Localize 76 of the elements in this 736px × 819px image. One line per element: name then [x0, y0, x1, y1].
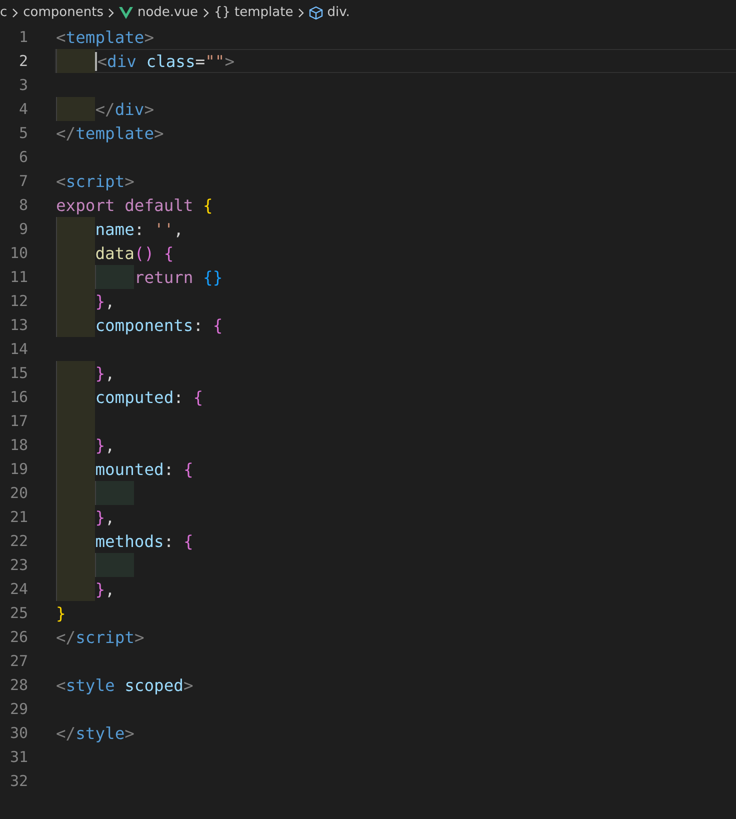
indent-highlight	[56, 313, 96, 337]
code-text: computed: {	[95, 388, 204, 406]
line-number: 6	[18, 148, 28, 166]
line-number: 21	[8, 508, 28, 526]
line-number: 10	[8, 244, 28, 262]
breadcrumb-item[interactable]: c	[0, 5, 8, 20]
code-text: },	[95, 580, 115, 598]
code-text: methods: {	[95, 532, 194, 550]
line-number: 3	[18, 76, 28, 94]
code-text: <template>	[56, 28, 154, 46]
breadcrumb-item[interactable]: node.vue	[137, 5, 198, 20]
line-number: 26	[8, 628, 28, 646]
line-number: 5	[18, 124, 28, 142]
code-text: </style>	[56, 724, 134, 742]
line-number: 16	[8, 388, 28, 406]
vue-icon	[119, 6, 134, 20]
code-text: <div class="">	[97, 52, 234, 70]
breadcrumb-item[interactable]: div.	[327, 5, 350, 20]
chevron-icon	[202, 8, 210, 18]
code-text: return {}	[134, 268, 223, 286]
line-number: 15	[8, 364, 28, 382]
line-number: 9	[18, 220, 28, 238]
indent-highlight	[95, 553, 134, 577]
indent-highlight	[56, 49, 96, 73]
code-text: </template>	[56, 124, 164, 142]
chevron-icon	[297, 8, 306, 18]
indent-highlight	[56, 361, 96, 385]
code-text: <style scoped>	[56, 676, 194, 694]
code-text: </script>	[56, 628, 144, 646]
line-number: 13	[8, 316, 28, 334]
line-number: 12	[8, 292, 28, 310]
indent-highlight	[56, 577, 96, 601]
line-number: 18	[8, 436, 28, 454]
line-number: 17	[8, 412, 28, 430]
indent-highlight	[95, 481, 134, 505]
line-number: 2	[18, 52, 28, 70]
line-number: 23	[8, 556, 28, 574]
line-number: 8	[18, 196, 28, 214]
code-text: <script>	[56, 172, 134, 190]
line-number: 29	[8, 700, 28, 718]
line-number: 27	[8, 652, 28, 670]
text-cursor	[95, 52, 98, 70]
line-number: 28	[8, 676, 28, 694]
code-text: }	[56, 604, 66, 622]
line-number: 31	[8, 748, 28, 766]
line-number: 32	[8, 772, 28, 790]
code-text: name: '',	[95, 220, 184, 238]
breadcrumb-item[interactable]: template	[234, 5, 294, 20]
code-text: mounted: {	[95, 460, 194, 478]
line-number: 7	[18, 172, 28, 190]
line-number: 19	[8, 460, 28, 478]
chevron-icon	[107, 8, 116, 18]
line-number: 22	[8, 532, 28, 550]
code-text: },	[95, 364, 115, 382]
line-number: 24	[8, 580, 28, 598]
code-text: </div>	[95, 100, 154, 118]
indent-highlight	[56, 97, 96, 121]
breadcrumb-item[interactable]: components	[23, 5, 104, 20]
chevron-icon	[11, 8, 20, 18]
code-text: },	[95, 292, 115, 310]
line-number: 4	[18, 100, 28, 118]
line-number: 25	[8, 604, 28, 622]
code-text: components: {	[95, 316, 223, 334]
cube-icon	[309, 6, 324, 20]
indent-highlight	[56, 217, 96, 241]
line-number: 20	[8, 484, 28, 502]
code-text: export default {	[56, 196, 213, 214]
indent-highlight	[95, 265, 134, 289]
line-number: 14	[8, 340, 28, 358]
line-number: 1	[18, 28, 28, 46]
line-number: 30	[8, 724, 28, 742]
code-text: },	[95, 436, 115, 454]
code-text: },	[95, 508, 115, 526]
code-text: data() {	[95, 244, 174, 262]
line-number: 11	[8, 268, 28, 286]
braces-icon: {}	[214, 5, 231, 20]
